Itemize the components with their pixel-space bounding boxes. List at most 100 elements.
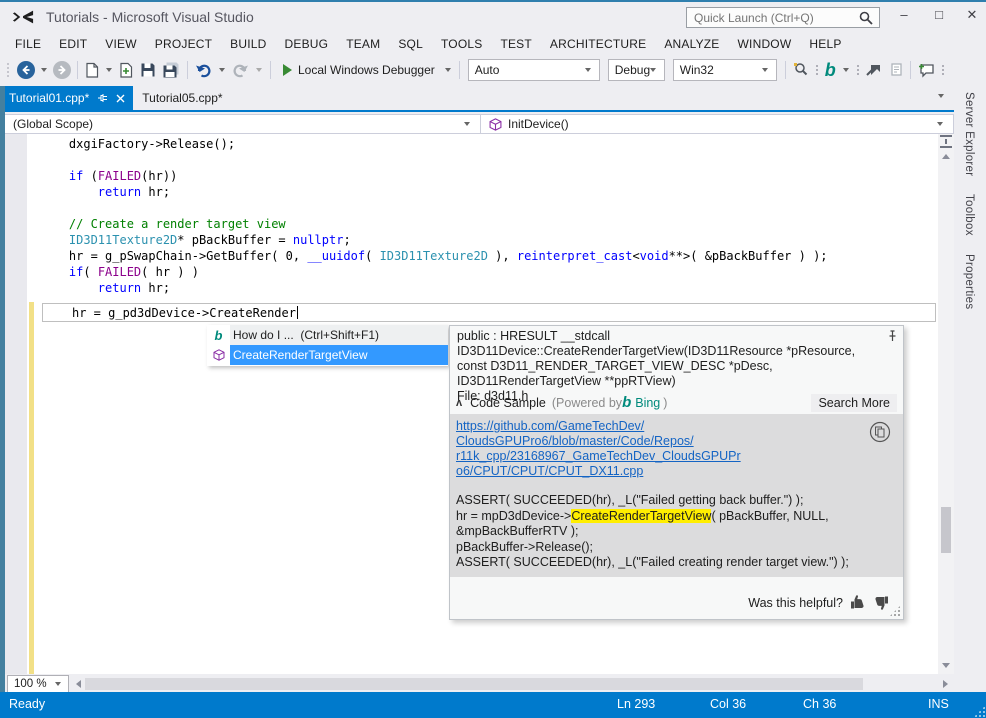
menu-help[interactable]: HELP [800, 32, 850, 56]
zoom-dropdown[interactable]: 100 % [7, 675, 69, 693]
tab-overflow-icon[interactable] [938, 94, 944, 98]
member-dropdown-caret-icon[interactable] [937, 122, 943, 126]
vertical-scroll-thumb[interactable] [941, 507, 951, 553]
bing-dropdown-icon[interactable] [843, 68, 849, 72]
scroll-right-icon[interactable] [943, 680, 948, 688]
debugger-target-label[interactable]: Local Windows Debugger [298, 63, 435, 77]
maximize-button[interactable]: □ [924, 2, 954, 28]
menu-debug[interactable]: DEBUG [276, 32, 338, 56]
minimize-button[interactable]: – [889, 2, 919, 28]
redo-button[interactable] [232, 63, 249, 78]
link-line[interactable]: https://github.com/GameTechDev/ [456, 419, 903, 434]
side-tab-server-explorer[interactable]: Server Explorer [963, 90, 975, 178]
toolbar-overflow-icon[interactable] [941, 64, 945, 76]
horizontal-scroll-thumb[interactable] [85, 678, 863, 690]
copy-parent-button[interactable] [888, 63, 903, 78]
link-line[interactable]: CloudsGPUPro6/blob/master/Code/Repos/ [456, 434, 903, 449]
pin-icon[interactable] [887, 330, 898, 342]
tab-tutorial05[interactable]: Tutorial05.cpp* [133, 86, 230, 110]
zoom-caret-icon[interactable] [55, 682, 61, 686]
menu-window[interactable]: WINDOW [729, 32, 801, 56]
redo-dropdown-icon[interactable] [256, 68, 262, 72]
debugger-dropdown-icon[interactable] [445, 68, 451, 72]
code-line[interactable]: return hr; [40, 184, 828, 200]
sample-source-link[interactable]: https://github.com/GameTechDev/CloudsGPU… [456, 419, 903, 479]
horizontal-scrollbar[interactable] [73, 676, 954, 693]
new-file-dropdown-icon[interactable] [106, 68, 112, 72]
code-line[interactable]: ID3D11Texture2D* pBackBuffer = nullptr; [40, 232, 828, 248]
member-dropdown[interactable]: InitDevice() [481, 115, 953, 133]
navigate-forward-button[interactable] [53, 61, 71, 79]
code-line[interactable]: return hr; [40, 280, 828, 296]
save-all-button[interactable] [162, 62, 180, 78]
menu-architecture[interactable]: ARCHITECTURE [541, 32, 655, 56]
vertical-scrollbar[interactable] [938, 134, 954, 674]
menu-edit[interactable]: EDIT [50, 32, 96, 56]
menu-analyze[interactable]: ANALYZE [655, 32, 728, 56]
tab-tutorial01[interactable]: Tutorial01.cpp* [0, 86, 133, 110]
start-debug-icon[interactable] [283, 64, 292, 76]
menu-test[interactable]: TEST [491, 32, 540, 56]
code-line[interactable]: if( FAILED( hr ) ) [40, 264, 828, 280]
code-line[interactable] [40, 200, 828, 216]
watch-combo-caret-icon[interactable] [585, 68, 591, 72]
menu-build[interactable]: BUILD [221, 32, 275, 56]
watch-combo[interactable]: Auto [468, 59, 600, 81]
code-line[interactable]: dxgiFactory->Release(); [40, 136, 828, 152]
menu-project[interactable]: PROJECT [146, 32, 221, 56]
current-line[interactable]: hr = g_pd3dDevice->CreateRender [42, 303, 936, 322]
scroll-down-icon[interactable] [942, 663, 950, 668]
navigate-to-button[interactable] [866, 63, 882, 77]
navigate-back-button[interactable] [17, 61, 35, 79]
undo-dropdown-icon[interactable] [219, 68, 225, 72]
completion-item[interactable]: bHow do I ... (Ctrl+Shift+F1) [207, 325, 448, 345]
scope-dropdown[interactable]: (Global Scope) [1, 115, 481, 133]
collapse-chevron-icon[interactable]: ᴧ [456, 397, 462, 409]
tooltip-resize-grip[interactable] [889, 605, 901, 617]
code-line[interactable]: hr = g_pSwapChain->GetBuffer( 0, __uuido… [40, 248, 828, 264]
add-item-button[interactable] [119, 62, 134, 78]
menu-team[interactable]: TEAM [337, 32, 389, 56]
close-tab-icon[interactable] [116, 94, 125, 103]
undo-button[interactable] [195, 63, 212, 78]
code-line[interactable] [40, 152, 828, 168]
menu-view[interactable]: VIEW [96, 32, 145, 56]
link-line[interactable]: o6/CPUT/CPUT/CPUT_DX11.cpp [456, 464, 903, 479]
scroll-left-icon[interactable] [76, 680, 81, 688]
menu-sql[interactable]: SQL [389, 32, 432, 56]
side-tab-toolbox[interactable]: Toolbox [963, 192, 975, 238]
configuration-combo-caret-icon[interactable] [650, 68, 656, 72]
new-file-button[interactable] [85, 62, 99, 78]
link-line[interactable]: r11k_cpp/23168967_GameTechDev_CloudsGPUP… [456, 449, 903, 464]
close-button[interactable]: ✕ [957, 2, 986, 28]
code-line[interactable]: // Create a render target view [40, 216, 828, 232]
toolbar-grip[interactable] [6, 62, 10, 78]
quick-launch-input[interactable] [687, 11, 858, 25]
scroll-up-icon[interactable] [942, 154, 950, 159]
configuration-combo[interactable]: Debug [608, 59, 665, 81]
navigate-back-dropdown-icon[interactable] [41, 68, 47, 72]
breakpoint-margin[interactable] [5, 134, 27, 674]
pin-icon[interactable] [97, 93, 108, 103]
scope-dropdown-caret-icon[interactable] [464, 122, 470, 126]
bing-search-icon[interactable]: b [825, 61, 836, 79]
copy-code-icon[interactable] [869, 421, 891, 443]
completion-item[interactable]: CreateRenderTargetView [207, 345, 448, 365]
window-resize-grip[interactable] [974, 706, 985, 717]
platform-combo[interactable]: Win32 [673, 59, 777, 81]
find-in-files-button[interactable] [793, 62, 809, 78]
side-tab-properties[interactable]: Properties [963, 252, 975, 311]
toolbar-overflow-icon[interactable] [815, 64, 819, 76]
thumbs-down-icon[interactable] [873, 595, 889, 610]
thumbs-up-icon[interactable] [850, 595, 866, 610]
search-more-link[interactable]: Search More [811, 394, 897, 412]
toolbar-overflow-icon[interactable] [856, 64, 860, 76]
menu-tools[interactable]: TOOLS [432, 32, 491, 56]
quick-launch-box[interactable] [686, 7, 880, 28]
save-button[interactable] [140, 62, 156, 78]
platform-combo-caret-icon[interactable] [762, 68, 768, 72]
new-comment-button[interactable] [918, 63, 935, 78]
menu-file[interactable]: FILE [6, 32, 50, 56]
code-line[interactable]: if (FAILED(hr)) [40, 168, 828, 184]
search-icon[interactable] [858, 10, 874, 26]
